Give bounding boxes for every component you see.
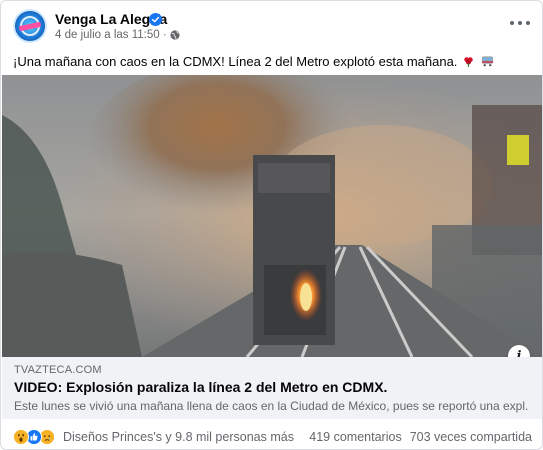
train-icon [481,56,493,67]
more-options-button[interactable] [510,15,530,31]
post-card: Venga La Alegría 4 de julio a las 11:50 … [0,0,543,450]
link-title[interactable]: VIDEO: Explosión paraliza la línea 2 del… [14,379,387,395]
globe-icon [170,30,180,40]
likers-text[interactable]: Diseños Princes's y 9.8 mil personas más [63,430,294,444]
post-timestamp[interactable]: 4 de julio a las 11:50 · [55,29,167,41]
post-caption: ¡Una mañana con caos en la CDMX! Línea 2… [13,53,533,70]
explosion-scene-image [2,75,542,357]
link-preview[interactable]: TVAZTECA.COM VIDEO: Explosión paraliza l… [2,357,542,419]
video-thumbnail[interactable] [2,75,542,357]
link-description: Este lunes se vivió una mañana llena de … [14,399,529,413]
reaction-icons[interactable] [13,429,61,445]
link-domain: TVAZTECA.COM [14,364,102,376]
verified-badge-icon [149,13,162,26]
post-header: Venga La Alegría 4 de julio a las 11:50 … [1,1,542,47]
page-avatar[interactable] [13,9,47,43]
flower-icon [464,57,473,67]
engagement-counts: 419 comentarios 703 veces compartida [309,430,532,444]
caption-text: ¡Una mañana con caos en la CDMX! Línea 2… [13,54,458,69]
post-meta: 4 de julio a las 11:50 · [55,29,180,41]
comments-count[interactable]: 419 comentarios [309,430,401,444]
engagement-bar: Diseños Princes's y 9.8 mil personas más… [1,421,542,449]
wow-reaction-icon [13,429,29,445]
shares-count[interactable]: 703 veces compartida [410,430,532,444]
